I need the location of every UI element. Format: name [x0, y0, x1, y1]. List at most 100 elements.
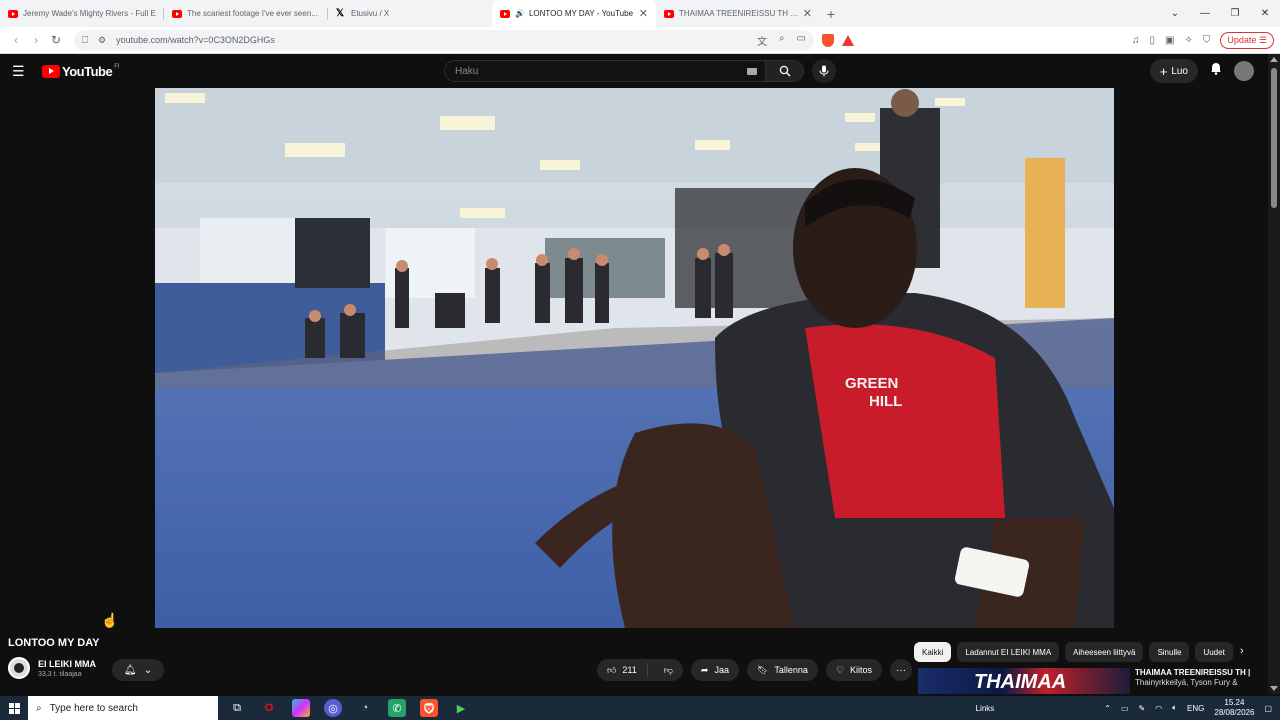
create-label: Luo: [1171, 65, 1188, 77]
menu-icon[interactable]: ☰: [12, 63, 28, 80]
chip-all[interactable]: Kaikki: [914, 642, 952, 662]
browser-tab-active[interactable]: 🔊 LONTOO MY DAY - YouTube ✕: [492, 0, 656, 27]
network-icon[interactable]: ▭: [1121, 704, 1129, 713]
brave-shield-icon[interactable]: [822, 33, 834, 47]
close-window-icon[interactable]: ✕: [1250, 0, 1280, 27]
brave-rewards-icon[interactable]: [842, 34, 854, 46]
scroll-up-icon[interactable]: [1270, 57, 1278, 62]
create-button[interactable]: + Luo: [1149, 59, 1198, 83]
pen-icon[interactable]: ✎: [1139, 704, 1146, 713]
chat-app-icon[interactable]: ◎: [324, 699, 342, 717]
browser-tab[interactable]: THAIMAA TREENIREISSU TH | Thainyr ✕: [656, 0, 820, 27]
chip-new[interactable]: Uudet: [1195, 642, 1233, 662]
forward-icon[interactable]: ›: [26, 33, 46, 47]
youtube-icon: [664, 9, 674, 18]
terminal-icon[interactable]: ▶: [452, 699, 470, 717]
zoom-icon[interactable]: ⌕: [779, 33, 785, 48]
update-button[interactable]: Update ☰: [1220, 31, 1274, 49]
cast-icon[interactable]: ▭: [797, 33, 806, 48]
recommended-thumbnail[interactable]: THAIMAA: [918, 668, 1130, 694]
language-indicator[interactable]: ENG: [1187, 704, 1204, 713]
vpn-icon[interactable]: ⛉: [1203, 35, 1211, 46]
task-view-icon[interactable]: ⧉: [228, 699, 246, 717]
address-bar-row: ‹ › ↻ ⎕ ⚙ youtube.com/watch?v=0C3ON2DGHG…: [0, 27, 1280, 54]
back-icon[interactable]: ‹: [6, 33, 26, 47]
tab-search-icon[interactable]: ⌄: [1160, 0, 1190, 27]
x-icon: 𝕏: [336, 7, 345, 19]
scroll-down-icon[interactable]: [1270, 686, 1278, 691]
search-input[interactable]: Haku: [444, 60, 766, 82]
tab-title: Jeremy Wade's Mighty Rivers - Full E: [23, 9, 156, 18]
video-actions: 👍︎ 211 👎︎ ➦ Jaa 🔖︎ Tallenna ♡ Kiitos ···: [597, 659, 913, 681]
page-scrollbar[interactable]: [1268, 54, 1280, 694]
copilot-icon[interactable]: [292, 699, 310, 717]
thanks-button[interactable]: ♡ Kiitos: [825, 659, 883, 681]
channel-info: EI LEIKI MMA 33,3 t. tilaajaa: [8, 657, 96, 679]
recommended-video[interactable]: THAIMAA THAIMAA TREENIREISSU TH | Thainy…: [918, 668, 1268, 694]
recommended-subtitle: Thainyrkkeilyä, Tyson Fury &: [1135, 678, 1238, 687]
links-toolbar[interactable]: Links: [976, 704, 995, 713]
browser-tab[interactable]: Jeremy Wade's Mighty Rivers - Full E: [0, 0, 164, 27]
youtube-logo[interactable]: YouTube FI: [42, 64, 120, 79]
share-label: Jaa: [714, 665, 729, 675]
url-text[interactable]: youtube.com/watch?v=0C3ON2DGHGs: [116, 35, 757, 45]
leo-icon[interactable]: ✧: [1185, 35, 1193, 46]
more-actions-button[interactable]: ···: [890, 659, 913, 681]
minimize-icon[interactable]: —: [1190, 0, 1220, 27]
wallet-icon[interactable]: ▣: [1165, 35, 1174, 46]
omnibox[interactable]: ⎕ ⚙ youtube.com/watch?v=0C3ON2DGHGs 文 ⌕ …: [74, 29, 814, 51]
bookmark-icon: 🔖︎: [756, 664, 769, 675]
new-tab-button[interactable]: +: [820, 0, 842, 27]
taskbar-search[interactable]: ⌕ Type here to search: [28, 696, 218, 720]
subscribed-button[interactable]: 🔔︎ ⌄: [112, 659, 164, 681]
browser-tab-strip: Jeremy Wade's Mighty Rivers - Full E The…: [0, 0, 1280, 27]
account-avatar[interactable]: [1234, 61, 1254, 81]
opera-icon[interactable]: O: [260, 699, 278, 717]
whatsapp-icon[interactable]: ✆: [388, 699, 406, 717]
share-button[interactable]: ➦ Jaa: [690, 659, 739, 681]
notification-center-icon[interactable]: ▢: [1264, 704, 1272, 713]
channel-name[interactable]: EI LEIKI MMA: [38, 659, 96, 669]
start-button[interactable]: [0, 702, 28, 714]
like-button[interactable]: 👍︎ 211: [597, 663, 648, 677]
close-tab-icon[interactable]: ✕: [803, 7, 812, 20]
thumbs-up-icon: 👍︎: [607, 664, 617, 675]
channel-avatar[interactable]: [8, 657, 30, 679]
thumbs-down-icon: 👎︎: [663, 664, 673, 675]
chip-uploaded-by[interactable]: Ladannut EI LEIKI MMA: [957, 642, 1060, 662]
chip-for-you[interactable]: Sinulle: [1149, 642, 1190, 662]
video-player[interactable]: GREEN HILL: [155, 88, 1114, 628]
volume-icon[interactable]: 🔈︎: [1172, 703, 1177, 713]
search-icon: ⌕: [36, 702, 42, 714]
youtube-icon: [172, 9, 182, 18]
translate-icon[interactable]: 文: [757, 33, 767, 48]
wifi-icon[interactable]: ◠: [1155, 704, 1162, 713]
chevron-right-icon[interactable]: ›: [1240, 645, 1244, 657]
notifications-icon[interactable]: [1210, 62, 1222, 80]
browser-tab[interactable]: The scariest footage I've ever seen...: [164, 0, 328, 27]
brave-browser-icon[interactable]: 🦁︎: [420, 699, 438, 717]
restore-icon[interactable]: ❐: [1220, 0, 1250, 27]
keyboard-icon[interactable]: [747, 68, 757, 75]
voice-search-button[interactable]: [812, 59, 836, 83]
tray-expand-icon[interactable]: ⌃: [1104, 704, 1111, 713]
scrollbar-thumb[interactable]: [1271, 68, 1277, 208]
subscriber-count: 33,3 t. tilaajaa: [38, 670, 82, 678]
speaker-icon[interactable]: 🔊: [515, 9, 525, 18]
sidebar-icon[interactable]: ▯: [1150, 35, 1156, 46]
search-button[interactable]: [766, 60, 804, 82]
clock[interactable]: 15.24 28/08/2026: [1214, 698, 1254, 718]
media-icon[interactable]: ♫: [1132, 35, 1140, 46]
windows-taskbar: ⌕ Type here to search ⧉ O ◎ ◔ ✆ 🦁︎ ▶ Lin…: [0, 696, 1280, 720]
close-tab-icon[interactable]: ✕: [639, 7, 648, 20]
site-info-icon[interactable]: ⚙: [98, 35, 106, 46]
thanks-label: Kiitos: [850, 665, 873, 675]
chip-related[interactable]: Aiheeseen liittyvä: [1065, 642, 1144, 662]
bookmark-icon[interactable]: ⎕: [82, 35, 88, 46]
save-button[interactable]: 🔖︎ Tallenna: [746, 659, 818, 681]
reload-icon[interactable]: ↻: [46, 33, 66, 47]
browser-tab[interactable]: 𝕏 Etusivu / X: [328, 0, 492, 27]
app-icon[interactable]: ◔: [356, 699, 374, 717]
recommended-title[interactable]: THAIMAA TREENIREISSU TH |: [1135, 668, 1250, 678]
dislike-button[interactable]: 👎︎: [654, 665, 683, 676]
